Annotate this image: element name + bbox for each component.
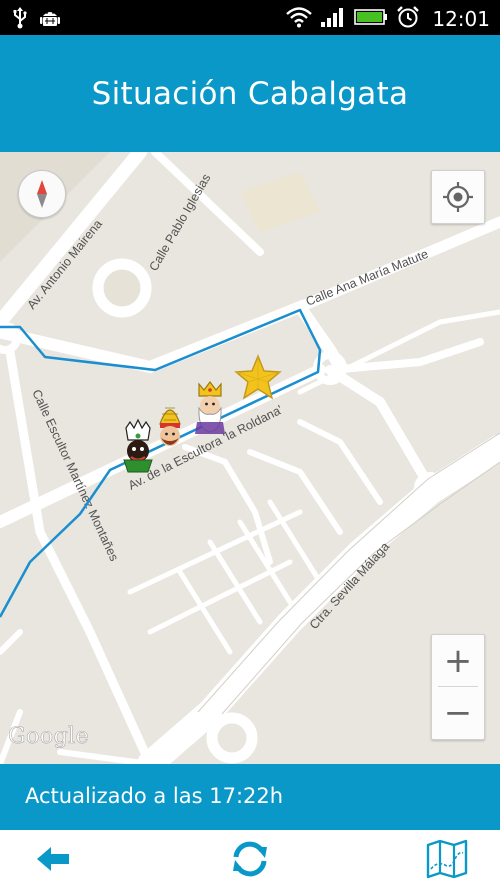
compass-icon: [37, 180, 47, 208]
map-button[interactable]: [422, 837, 472, 881]
map-icon: [426, 839, 468, 879]
bottom-navigation: [0, 830, 500, 889]
signal-icon: [320, 6, 346, 32]
street-label: Av. Antonio Mairena: [24, 217, 105, 312]
app-bar: Situación Cabalgata: [0, 35, 500, 152]
refresh-icon: [233, 841, 267, 877]
google-attribution: Google: [8, 724, 90, 750]
king-melchor-marker-icon[interactable]: [195, 381, 225, 434]
wifi-icon: [286, 6, 313, 32]
page-title: Situación Cabalgata: [91, 75, 409, 112]
zoom-out-button[interactable]: −: [432, 687, 484, 738]
my-location-button[interactable]: [431, 170, 485, 224]
compass-button[interactable]: [18, 170, 66, 218]
zoom-in-button[interactable]: +: [432, 635, 484, 686]
zoom-controls: + −: [431, 634, 485, 740]
back-arrow-icon: [37, 847, 69, 871]
my-location-icon: [443, 182, 473, 212]
refresh-button[interactable]: [225, 837, 275, 881]
status-time: 12:01: [432, 7, 490, 31]
status-bar: 12:01: [0, 0, 500, 35]
usb-icon: [12, 7, 28, 33]
street-label: Calle Ana María Matute: [304, 247, 430, 309]
battery-icon: [354, 7, 388, 31]
map-view[interactable]: Av. Antonio Mairena Calle Pablo Iglesias…: [0, 152, 500, 764]
update-status-bar: Actualizado a las 17:22h: [0, 764, 500, 830]
map-tiles: Av. Antonio Mairena Calle Pablo Iglesias…: [0, 152, 500, 764]
king-gaspar-marker-icon[interactable]: [159, 407, 181, 446]
last-updated-text: Actualizado a las 17:22h: [25, 784, 284, 808]
android-debug-icon: [40, 7, 60, 33]
alarm-icon: [396, 5, 420, 33]
street-label: Calle Pablo Iglesias: [146, 171, 213, 273]
back-button[interactable]: [28, 837, 78, 881]
